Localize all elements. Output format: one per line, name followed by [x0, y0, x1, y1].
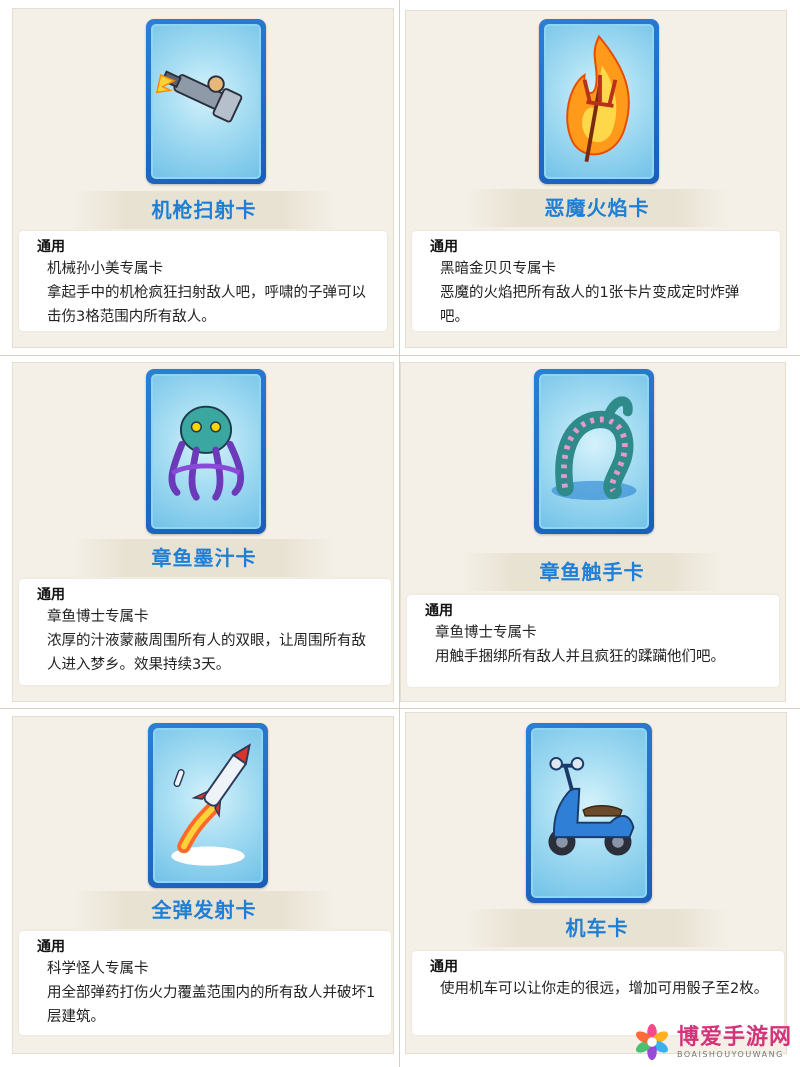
card-panel-demon-flame: 恶魔火焰卡 通用 黑暗金贝贝专属卡 恶魔的火焰把所有敌人的1张卡片变成定时炸弹吧…	[405, 10, 787, 348]
card-tag: 通用	[37, 939, 65, 955]
card-title: 恶魔火焰卡	[466, 189, 728, 227]
watermark-subtitle: BOAISHOUYOUWANG	[676, 1049, 784, 1059]
card-panel-octopus-ink: 章鱼墨汁卡 通用 章鱼博士专属卡 浓厚的汁液蒙蔽周围所有人的双眼，让周围所有敌人…	[12, 362, 394, 702]
flaming-trident-icon	[566, 34, 630, 163]
card-title: 章鱼触手卡	[461, 553, 723, 591]
card-art-octopus-tentacle[interactable]	[534, 369, 654, 534]
card-owner: 科学怪人专属卡	[47, 961, 149, 977]
card-description: 浓厚的汁液蒙蔽周围所有人的双眼，让周围所有敌人进入梦乡。效果持续3天。	[47, 633, 366, 673]
card-owner: 章鱼博士专属卡	[435, 625, 537, 641]
card-owner: 黑暗金贝贝专属卡	[440, 261, 556, 277]
card-description-box: 通用 科学怪人专属卡 用全部弹药打伤火力覆盖范围内的所有敌人并破坏1层建筑。	[19, 931, 391, 1035]
card-tag: 通用	[430, 959, 458, 975]
octopus-icon	[168, 405, 245, 501]
row-divider	[0, 355, 800, 356]
card-tag: 通用	[425, 603, 453, 619]
card-art-full-barrage[interactable]	[148, 723, 268, 888]
card-art-machine-gun[interactable]	[146, 19, 266, 184]
card-panel-full-barrage: 全弹发射卡 通用 科学怪人专属卡 用全部弹药打伤火力覆盖范围内的所有敌人并破坏1…	[12, 716, 394, 1054]
column-divider	[399, 0, 400, 1067]
card-tag: 通用	[37, 587, 65, 603]
card-description-box: 通用 黑暗金贝贝专属卡 恶魔的火焰把所有敌人的1张卡片变成定时炸弹吧。	[412, 231, 780, 331]
card-art-octopus-ink[interactable]	[146, 369, 266, 534]
card-tag: 通用	[430, 239, 458, 255]
card-owner: 机械孙小美专属卡	[47, 261, 163, 277]
card-description: 使用机车可以让你走的很远，增加可用骰子至2枚。	[440, 981, 769, 997]
card-description: 恶魔的火焰把所有敌人的1张卡片变成定时炸弹吧。	[440, 285, 740, 325]
tentacle-icon	[551, 396, 637, 501]
card-description: 用触手捆绑所有敌人并且疯狂的蹂躏他们吧。	[435, 649, 725, 665]
flower-logo-icon	[635, 1023, 668, 1061]
card-title: 章鱼墨汁卡	[73, 539, 335, 577]
card-panel-scooter: 机车卡 通用 使用机车可以让你走的很远，增加可用骰子至2枚。	[405, 712, 787, 1054]
scooter-icon	[548, 757, 635, 856]
card-art-demon-flame[interactable]	[539, 19, 659, 184]
card-description: 用全部弹药打伤火力覆盖范围内的所有敌人并破坏1层建筑。	[47, 985, 376, 1025]
card-title: 机车卡	[466, 909, 728, 947]
card-owner: 章鱼博士专属卡	[47, 609, 149, 625]
card-art-scooter[interactable]	[526, 723, 652, 903]
card-panel-machine-gun: 机枪扫射卡 通用 机械孙小美专属卡 拿起手中的机枪疯狂扫射敌人吧，呼啸的子弹可以…	[12, 8, 394, 348]
card-description-box: 通用 机械孙小美专属卡 拿起手中的机枪疯狂扫射敌人吧，呼啸的子弹可以击伤3格范围…	[19, 231, 387, 331]
card-tag: 通用	[37, 239, 65, 255]
watermark-title: 博爱手游网	[676, 1024, 792, 1050]
row-divider	[0, 708, 800, 709]
card-title: 机枪扫射卡	[73, 191, 335, 229]
card-description: 拿起手中的机枪疯狂扫射敌人吧，呼啸的子弹可以击伤3格范围内所有敌人。	[47, 285, 366, 325]
watermark: 博爱手游网 BOAISHOUYOUWANG	[633, 1023, 792, 1061]
card-title: 全弹发射卡	[73, 891, 335, 929]
missile-icon	[171, 743, 251, 866]
card-panel-octopus-tentacle: 章鱼触手卡 通用 章鱼博士专属卡 用触手捆绑所有敌人并且疯狂的蹂躏他们吧。	[400, 362, 786, 702]
card-description-box: 通用 章鱼博士专属卡 浓厚的汁液蒙蔽周围所有人的双眼，让周围所有敌人进入梦乡。效…	[19, 579, 391, 685]
machine-gun-icon	[155, 70, 243, 123]
card-description-box: 通用 章鱼博士专属卡 用触手捆绑所有敌人并且疯狂的蹂躏他们吧。	[407, 595, 779, 687]
